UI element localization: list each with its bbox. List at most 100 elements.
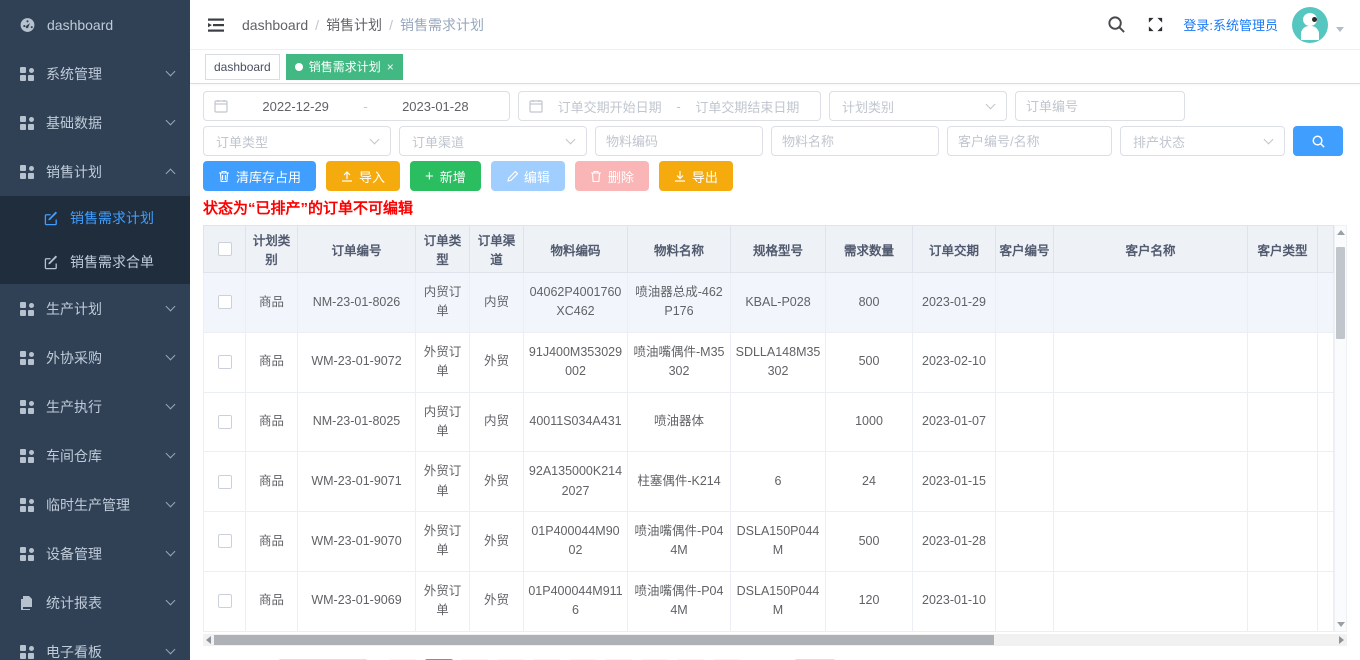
grid-icon — [19, 497, 35, 513]
create-date-range-picker[interactable]: 2022-12-29 - 2023-01-28 — [203, 91, 510, 121]
select-all-checkbox[interactable] — [218, 242, 232, 256]
table-row[interactable]: 商品WM-23-01-9070外贸订单外贸01P400044M9002喷油嘴偶件… — [204, 512, 1334, 572]
table-cell: KBAL-P028 — [731, 273, 826, 333]
table-cell: WM-23-01-9069 — [298, 571, 416, 631]
scroll-left-arrow-icon[interactable] — [206, 636, 211, 644]
tab-sales-demand-plan[interactable]: 销售需求计划 — [286, 54, 403, 80]
row-checkbox[interactable] — [218, 295, 232, 309]
sidebar-item-temp-production[interactable]: 临时生产管理 — [0, 480, 190, 529]
table-body: 商品NM-23-01-8026内贸订单内贸04062P4001760XC462喷… — [204, 273, 1334, 632]
sidebar-item-sales-plan[interactable]: 销售计划 — [0, 147, 190, 196]
row-checkbox[interactable] — [218, 355, 232, 369]
vertical-scrollbar[interactable] — [1334, 225, 1347, 632]
horizontal-scrollbar-thumb[interactable] — [214, 635, 994, 645]
sidebar-item-equipment[interactable]: 设备管理 — [0, 529, 190, 578]
sidebar-item-reports[interactable]: 统计报表 — [0, 578, 190, 627]
grid-icon — [19, 301, 35, 317]
sidebar-item-label: 车间仓库 — [46, 446, 167, 466]
row-checkbox-cell — [204, 273, 246, 333]
row-checkbox[interactable] — [218, 475, 232, 489]
table-cell: 柱塞偶件-K214 — [628, 452, 731, 512]
avatar[interactable] — [1292, 7, 1328, 43]
table-cell: 喷油器体 — [628, 392, 731, 452]
material-name-input[interactable] — [782, 134, 928, 149]
table-cell: 外贸订单 — [416, 512, 470, 572]
tab-dashboard[interactable]: dashboard — [205, 54, 280, 80]
scroll-right-arrow-icon[interactable] — [1339, 636, 1344, 644]
import-button[interactable]: 导入 — [326, 161, 400, 191]
table-row[interactable]: 商品WM-23-01-9072外贸订单外贸91J400M353029002喷油嘴… — [204, 332, 1334, 392]
sidebar-item-workshop-warehouse[interactable]: 车间仓库 — [0, 431, 190, 480]
plan-category-select[interactable]: 计划类别 — [829, 91, 1007, 121]
sidebar-item-sales-demand-merge[interactable]: 销售需求合单 — [0, 240, 190, 284]
add-button[interactable]: + 新增 — [410, 161, 481, 191]
filter-row-2: 订单类型 订单渠道 排产状态 — [203, 126, 1347, 156]
delivery-date-range-picker[interactable]: 订单交期开始日期 - 订单交期结束日期 — [518, 91, 821, 121]
export-button[interactable]: 导出 — [659, 161, 733, 191]
clear-stock-button[interactable]: 清库存占用 — [203, 161, 316, 191]
column-header: 规格型号 — [731, 226, 826, 273]
table-cell: 2023-02-10 — [913, 332, 996, 392]
vertical-scrollbar-thumb[interactable] — [1336, 247, 1345, 339]
sidebar-item-eboard[interactable]: 电子看板 — [0, 627, 190, 660]
order-type-select[interactable]: 订单类型 — [203, 126, 391, 156]
delivery-end-placeholder: 订单交期结束日期 — [685, 97, 810, 116]
login-user-label[interactable]: 登录:系统管理员 — [1183, 15, 1278, 34]
table-cell: NM-23-01-8025 — [298, 392, 416, 452]
material-code-input[interactable] — [606, 134, 752, 149]
breadcrumb-item[interactable]: dashboard — [242, 17, 308, 33]
sidebar-item-production-plan[interactable]: 生产计划 — [0, 284, 190, 333]
scroll-down-arrow-icon[interactable] — [1337, 622, 1345, 627]
order-no-input[interactable] — [1026, 99, 1174, 114]
table-cell — [1248, 273, 1318, 333]
sidebar-toggle[interactable] — [206, 15, 226, 35]
sidebar-item-label: 临时生产管理 — [46, 495, 167, 515]
table-cell: 外贸订单 — [416, 571, 470, 631]
schedule-status-select[interactable]: 排产状态 — [1120, 126, 1285, 156]
table-cell: 喷油嘴偶件-M35302 — [628, 332, 731, 392]
filter-row-1: 2022-12-29 - 2023-01-28 订单交期开始日期 - 订单交期结… — [203, 91, 1347, 121]
row-checkbox[interactable] — [218, 415, 232, 429]
table-cell: DSLA150P044M — [731, 512, 826, 572]
search-button[interactable] — [1293, 126, 1343, 156]
table-cell: 6 — [731, 452, 826, 512]
horizontal-scrollbar[interactable] — [203, 634, 1347, 646]
table-cell — [996, 332, 1054, 392]
table-row[interactable]: 商品WM-23-01-9069外贸订单外贸01P400044M9116喷油嘴偶件… — [204, 571, 1334, 631]
sidebar-item-system[interactable]: 系统管理 — [0, 49, 190, 98]
table-row[interactable]: 商品NM-23-01-8025内贸订单内贸40011S034A431喷油器体10… — [204, 392, 1334, 452]
table-cell: DSLA150P044M — [731, 571, 826, 631]
fullscreen-button[interactable] — [1146, 15, 1165, 34]
sidebar-item-production-exec[interactable]: 生产执行 — [0, 382, 190, 431]
sidebar-item-sales-demand-plan[interactable]: 销售需求计划 — [0, 196, 190, 240]
table-cell: WM-23-01-9070 — [298, 512, 416, 572]
breadcrumb-item-current: 销售需求计划 — [400, 15, 484, 35]
delete-button[interactable]: 删除 — [575, 161, 649, 191]
sidebar-item-basedata[interactable]: 基础数据 — [0, 98, 190, 147]
sidebar-item-dashboard[interactable]: dashboard — [0, 0, 190, 49]
breadcrumb-item[interactable]: 销售计划 — [326, 15, 382, 35]
tab-close-icon[interactable] — [387, 61, 394, 73]
user-menu-caret-icon[interactable] — [1336, 27, 1344, 32]
sidebar-item-outsourcing[interactable]: 外协采购 — [0, 333, 190, 382]
scroll-up-arrow-icon[interactable] — [1337, 230, 1345, 235]
row-checkbox[interactable] — [218, 594, 232, 608]
table-cell — [996, 571, 1054, 631]
navbar-right: 登录:系统管理员 — [1087, 7, 1344, 43]
row-checkbox-cell — [204, 452, 246, 512]
row-checkbox[interactable] — [218, 534, 232, 548]
column-header: 订单渠道 — [470, 226, 524, 273]
header-search-button[interactable] — [1107, 15, 1126, 34]
edit-button[interactable]: 编辑 — [491, 161, 565, 191]
sidebar-item-label: 生产计划 — [46, 299, 167, 319]
order-channel-select[interactable]: 订单渠道 — [399, 126, 587, 156]
button-label: 删除 — [608, 167, 634, 186]
table-row[interactable]: 商品WM-23-01-9071外贸订单外贸92A135000K2142027柱塞… — [204, 452, 1334, 512]
table-cell: 2023-01-07 — [913, 392, 996, 452]
table-row[interactable]: 商品NM-23-01-8026内贸订单内贸04062P4001760XC462喷… — [204, 273, 1334, 333]
sidebar-item-label: 基础数据 — [46, 113, 167, 133]
customer-input[interactable] — [958, 134, 1101, 149]
table-cell: 2023-01-29 — [913, 273, 996, 333]
table-cell — [1248, 512, 1318, 572]
tab-label: dashboard — [214, 60, 271, 74]
